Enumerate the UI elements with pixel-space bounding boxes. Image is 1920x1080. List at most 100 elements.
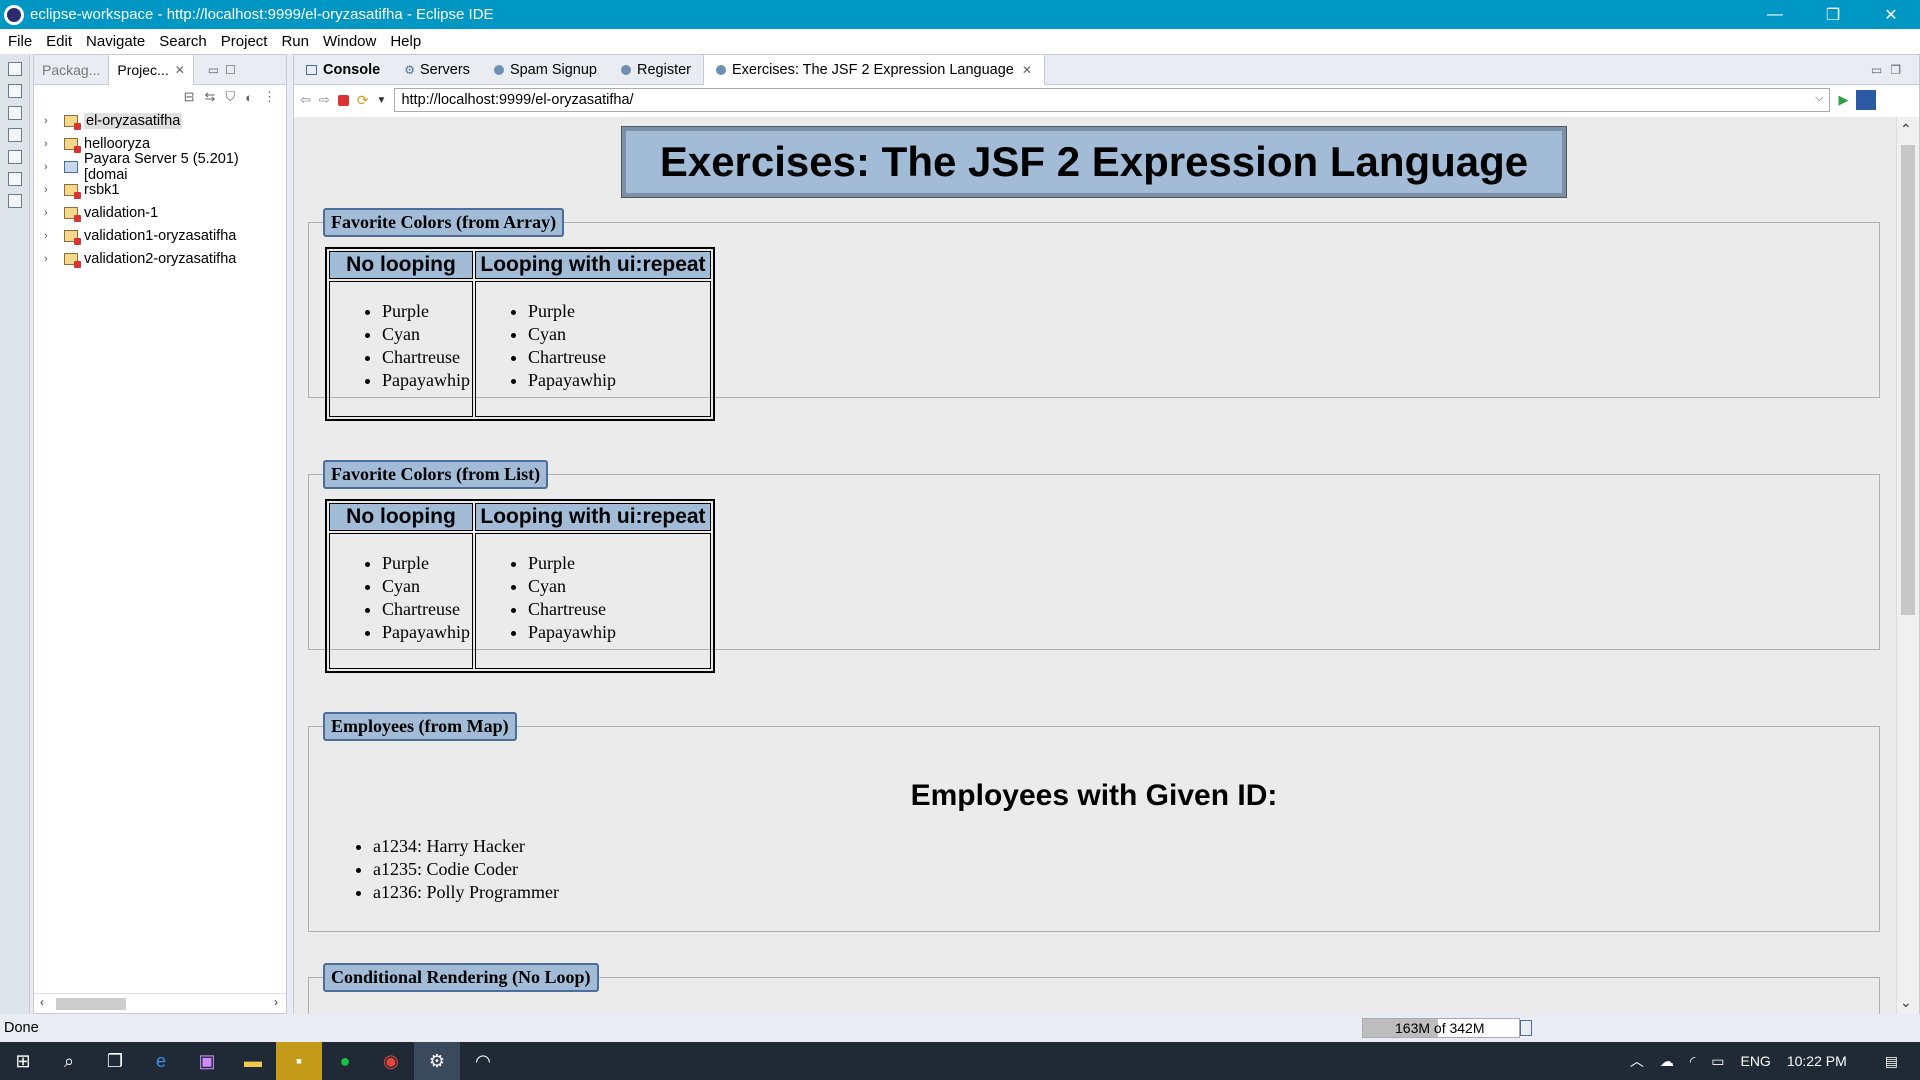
tab-exercises[interactable]: Exercises: The JSF 2 Expression Language… (703, 54, 1045, 85)
menu-window[interactable]: Window (323, 33, 376, 50)
chevron-down-icon[interactable]: ▼ (377, 95, 387, 106)
tab-package-explorer[interactable]: Packag... (34, 55, 108, 85)
menu-edit[interactable]: Edit (46, 33, 72, 50)
web-project-icon (64, 183, 81, 199)
servers-icon: ⚙ (404, 62, 415, 77)
restore-view-icon[interactable] (8, 106, 22, 120)
tab-label: Projec... (117, 61, 169, 78)
scroll-left-icon[interactable]: ‹ (40, 995, 44, 1009)
go-icon[interactable]: ▶ (1838, 92, 1848, 108)
language-indicator[interactable]: ENG (1740, 1053, 1770, 1069)
chevron-right-icon[interactable]: › (44, 207, 58, 219)
maximize-view-icon[interactable]: ☐ (225, 63, 236, 77)
horizontal-scrollbar[interactable]: ‹ › (34, 993, 286, 1013)
close-icon[interactable]: ✕ (175, 63, 185, 77)
battery-icon[interactable]: ▭ (1711, 1053, 1724, 1070)
refresh-icon[interactable]: ⟳ (357, 92, 369, 109)
tree-item-validation-1[interactable]: › validation-1 (44, 201, 286, 224)
menu-file[interactable]: File (8, 33, 32, 50)
restore-view-icon[interactable] (8, 150, 22, 164)
chevron-right-icon[interactable]: › (44, 138, 58, 150)
forward-icon[interactable]: ⇨ (319, 92, 330, 108)
tree-item-label: validation2-oryzasatifha (84, 250, 237, 267)
eclipse-icon (4, 4, 24, 25)
chevron-right-icon[interactable]: › (44, 161, 58, 173)
restore-view-icon[interactable] (8, 62, 22, 76)
scroll-thumb[interactable] (56, 998, 126, 1010)
clock[interactable]: 10:22 PM (1787, 1053, 1847, 1069)
eclipse-taskbar-icon[interactable]: ⚙ (414, 1042, 460, 1080)
wifi-icon[interactable]: ◜ (1690, 1053, 1695, 1070)
open-external-icon[interactable] (1856, 90, 1877, 110)
hierarchy-view-icon[interactable] (8, 128, 22, 142)
sticky-notes-icon[interactable]: ▪ (276, 1042, 322, 1080)
view-controls[interactable]: ▭❐ (1871, 63, 1909, 77)
list-item: a1235: Codie Coder (373, 858, 1879, 881)
url-input[interactable]: http://localhost:9999/el-oryzasatifha/ ⌵ (394, 88, 1831, 112)
globe-view-icon[interactable] (8, 172, 22, 186)
table-cell: Purple Cyan Chartreuse Papayawhip (474, 281, 711, 417)
edge-icon[interactable]: e (138, 1042, 184, 1080)
outline-view-icon[interactable] (8, 84, 22, 98)
garbage-collect-icon[interactable] (1520, 1020, 1532, 1036)
chrome-icon[interactable]: ◉ (368, 1042, 414, 1080)
chevron-right-icon[interactable]: › (44, 253, 58, 265)
menu-navigate[interactable]: Navigate (86, 33, 145, 50)
tree-item-payara-server[interactable]: › Payara Server 5 (5.201) [domai (44, 151, 286, 183)
scroll-thumb[interactable] (1901, 145, 1915, 615)
cloud-icon[interactable]: ☁ (1660, 1053, 1674, 1070)
stop-icon[interactable] (337, 94, 349, 106)
tree-item-validation1-oryzasatifha[interactable]: › validation1-oryzasatifha (44, 224, 286, 247)
close-icon[interactable]: ✕ (1022, 63, 1032, 77)
focus-icon[interactable]: ◐ (245, 90, 253, 105)
console-icon (306, 64, 317, 75)
tab-spam-signup[interactable]: Spam Signup (482, 55, 609, 85)
premiere-icon[interactable]: ▣ (184, 1042, 230, 1080)
search-icon[interactable]: ⌕ (46, 1042, 92, 1080)
restore-button[interactable]: ❐ (1804, 0, 1862, 29)
filter-icon[interactable]: ⛉ (225, 89, 235, 105)
file-explorer-icon[interactable]: ▬ (230, 1042, 276, 1080)
tab-console[interactable]: Console (294, 55, 392, 85)
scroll-right-icon[interactable]: › (274, 995, 278, 1009)
chevron-up-icon[interactable]: ⌃ (1900, 121, 1912, 138)
chevron-right-icon[interactable]: › (44, 230, 58, 242)
photos-icon[interactable]: ◠ (460, 1042, 506, 1080)
list-item: a1234: Harry Hacker (373, 835, 1879, 858)
menu-project[interactable]: Project (221, 33, 268, 50)
chevron-right-icon[interactable]: › (44, 115, 58, 127)
employee-list: a1234: Harry Hacker a1235: Codie Coder a… (309, 835, 1879, 904)
chevron-down-icon[interactable]: ⌵ (1815, 92, 1823, 105)
menu-run[interactable]: Run (281, 33, 309, 50)
list-item: Cyan (528, 323, 708, 346)
windows-start-icon[interactable]: ⊞ (0, 1042, 46, 1080)
chevron-up-icon[interactable]: ︿ (1630, 1051, 1644, 1071)
collapse-all-icon[interactable]: ⊟ (184, 89, 195, 105)
view-menu-icon[interactable]: ⋮ (263, 89, 276, 105)
link-editor-icon[interactable]: ⇆ (204, 89, 215, 105)
menu-search[interactable]: Search (159, 33, 207, 50)
chevron-right-icon[interactable]: › (44, 184, 58, 196)
heap-status[interactable]: 163M of 342M (1362, 1018, 1520, 1038)
menu-help[interactable]: Help (390, 33, 421, 50)
tab-project-explorer[interactable]: Projec... ✕ (108, 54, 194, 85)
minimize-button[interactable]: — (1746, 0, 1804, 29)
tab-register[interactable]: Register (609, 55, 703, 85)
tab-servers[interactable]: ⚙ Servers (392, 55, 482, 85)
line-icon[interactable]: ● (322, 1042, 368, 1080)
list-item: Purple (528, 552, 708, 575)
tree-item-el-oryzasatifha[interactable]: › el-oryzasatifha (44, 109, 286, 132)
tree-item-validation2-oryzasatifha[interactable]: › validation2-oryzasatifha (44, 247, 286, 270)
tab-label: Packag... (42, 61, 101, 78)
close-button[interactable]: ✕ (1862, 0, 1920, 29)
back-icon[interactable]: ⇦ (300, 92, 311, 108)
heap-label: 163M of 342M (1395, 1020, 1485, 1036)
vertical-scrollbar[interactable]: ⌃ ⌄ (1896, 117, 1919, 1015)
task-view-icon[interactable]: ❐ (92, 1042, 138, 1080)
chevron-down-icon[interactable]: ⌄ (1900, 994, 1912, 1011)
servers-view-icon[interactable] (8, 194, 22, 208)
minimize-view-icon[interactable]: ▭ (208, 63, 219, 77)
tab-label: Exercises: The JSF 2 Expression Language (732, 61, 1014, 78)
window-title: eclipse-workspace - http://localhost:999… (30, 6, 494, 23)
notifications-icon[interactable]: ▤ (1885, 1053, 1898, 1070)
